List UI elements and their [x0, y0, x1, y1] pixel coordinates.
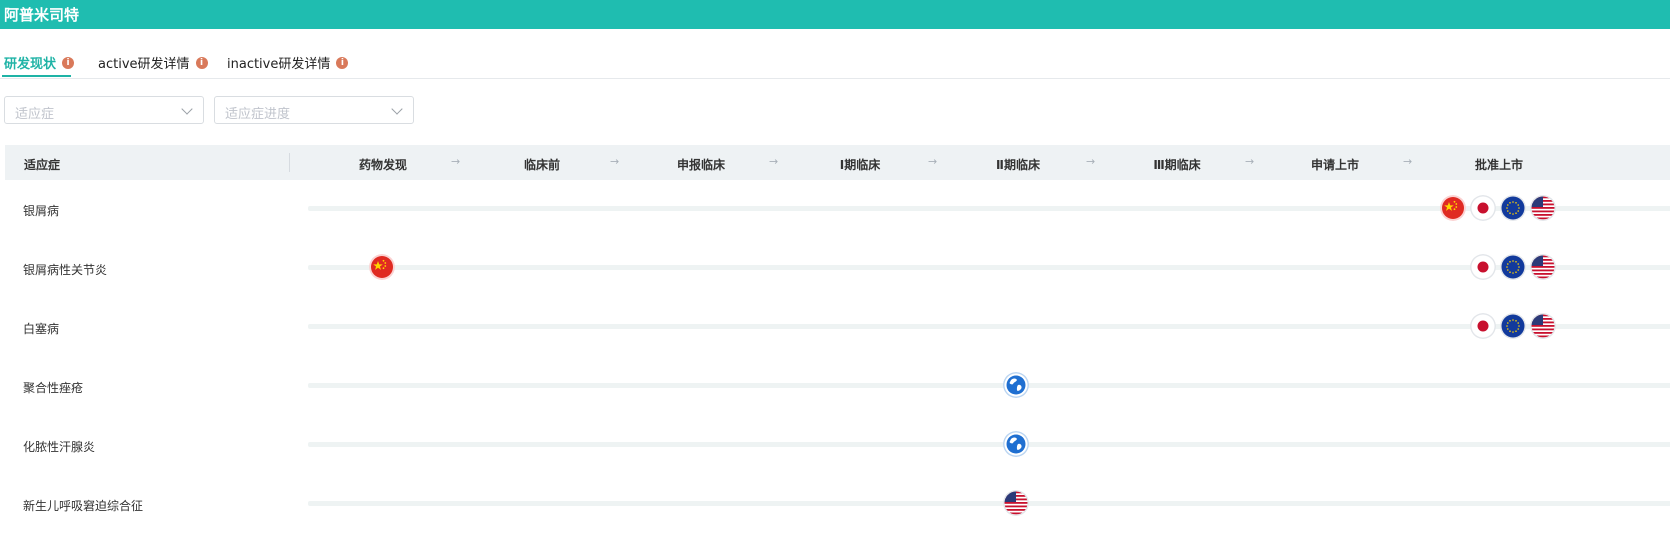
tab-bar: 研发现状 i active研发详情 i inactive研发详情 i [0, 44, 1670, 79]
header-divider [289, 153, 290, 172]
table-row[interactable]: 化脓性汗腺炎 [5, 416, 1670, 475]
tab-inactive-details[interactable]: inactive研发详情 i [227, 53, 349, 72]
arrow-right-icon: → [1403, 155, 1413, 168]
arrow-right-icon: → [1245, 155, 1255, 168]
info-icon[interactable]: i [195, 56, 208, 69]
global-flag-icon[interactable] [1003, 431, 1029, 457]
table-row[interactable]: 白塞病 [5, 298, 1670, 357]
progress-placeholder: 适应症进度 [225, 107, 291, 122]
active-tab-indicator [2, 75, 71, 77]
japan-flag-icon[interactable] [1470, 313, 1496, 339]
indication-name: 聚合性痤疮 [23, 381, 84, 395]
usa-flag-icon[interactable] [1530, 195, 1556, 221]
table-row[interactable]: 新生儿呼吸窘迫综合征 [5, 475, 1670, 534]
progress-track [308, 324, 1670, 329]
stage-header: 临床前 [523, 158, 560, 172]
eu-flag-icon[interactable] [1500, 254, 1526, 280]
progress-track [308, 265, 1670, 270]
tab-status[interactable]: 研发现状 i [4, 53, 75, 72]
tab-label: active研发详情 [98, 57, 190, 72]
indication-select[interactable]: 适应症 [4, 96, 204, 124]
eu-flag-icon[interactable] [1500, 313, 1526, 339]
stage-header: Ⅱ期临床 [996, 158, 1040, 172]
table-header: 适应症 药物发现 → 临床前 → 申报临床 → Ⅰ期临床 → Ⅱ期临床 → Ⅲ期临床 → 申请上市 → 批准… [5, 145, 1670, 180]
stage-header: 批准上市 [1474, 158, 1523, 172]
indication-name: 新生儿呼吸窘迫综合征 [23, 499, 144, 513]
table-row[interactable]: 聚合性痤疮 [5, 357, 1670, 416]
usa-flag-icon[interactable] [1530, 313, 1556, 339]
tab-active-details[interactable]: active研发详情 i [98, 53, 208, 72]
china-flag-icon[interactable] [1440, 195, 1466, 221]
chevron-down-icon [181, 103, 193, 115]
info-icon[interactable]: i [62, 56, 75, 69]
indication-header: 适应症 [24, 158, 61, 172]
japan-flag-icon[interactable] [1470, 254, 1496, 280]
table-row[interactable]: 银屑病性关节炎 [5, 239, 1670, 298]
stage-header: Ⅰ期临床 [839, 158, 881, 172]
stage-header: Ⅲ期临床 [1153, 158, 1201, 172]
progress-track [308, 442, 1670, 447]
info-icon[interactable]: i [336, 56, 349, 69]
indication-name: 银屑病 [23, 204, 60, 218]
tab-label: 研发现状 [4, 57, 57, 72]
arrow-right-icon: → [1086, 155, 1096, 168]
china-flag-icon[interactable] [369, 254, 395, 280]
usa-flag-icon[interactable] [1003, 490, 1029, 516]
arrow-right-icon: → [451, 155, 461, 168]
indication-name: 化脓性汗腺炎 [23, 440, 96, 454]
table-row[interactable]: 银屑病 [5, 180, 1670, 239]
indication-name: 白塞病 [23, 322, 60, 336]
progress-track [308, 383, 1670, 388]
indication-placeholder: 适应症 [15, 107, 55, 122]
progress-select[interactable]: 适应症进度 [214, 96, 414, 124]
drug-title: 阿普米司特 [4, 6, 80, 24]
tab-label: inactive研发详情 [227, 57, 331, 72]
japan-flag-icon[interactable] [1470, 195, 1496, 221]
eu-flag-icon[interactable] [1500, 195, 1526, 221]
global-flag-icon[interactable] [1003, 372, 1029, 398]
indication-name: 银屑病性关节炎 [23, 263, 108, 277]
arrow-right-icon: → [928, 155, 938, 168]
stage-header: 药物发现 [358, 158, 407, 172]
app-header: 阿普米司特 [0, 0, 1670, 29]
stage-header: 申请上市 [1310, 158, 1359, 172]
usa-flag-icon[interactable] [1530, 254, 1556, 280]
arrow-right-icon: → [610, 155, 620, 168]
progress-track [308, 501, 1670, 506]
stage-header: 申报临床 [676, 158, 725, 172]
chevron-down-icon [391, 103, 403, 115]
arrow-right-icon: → [769, 155, 779, 168]
